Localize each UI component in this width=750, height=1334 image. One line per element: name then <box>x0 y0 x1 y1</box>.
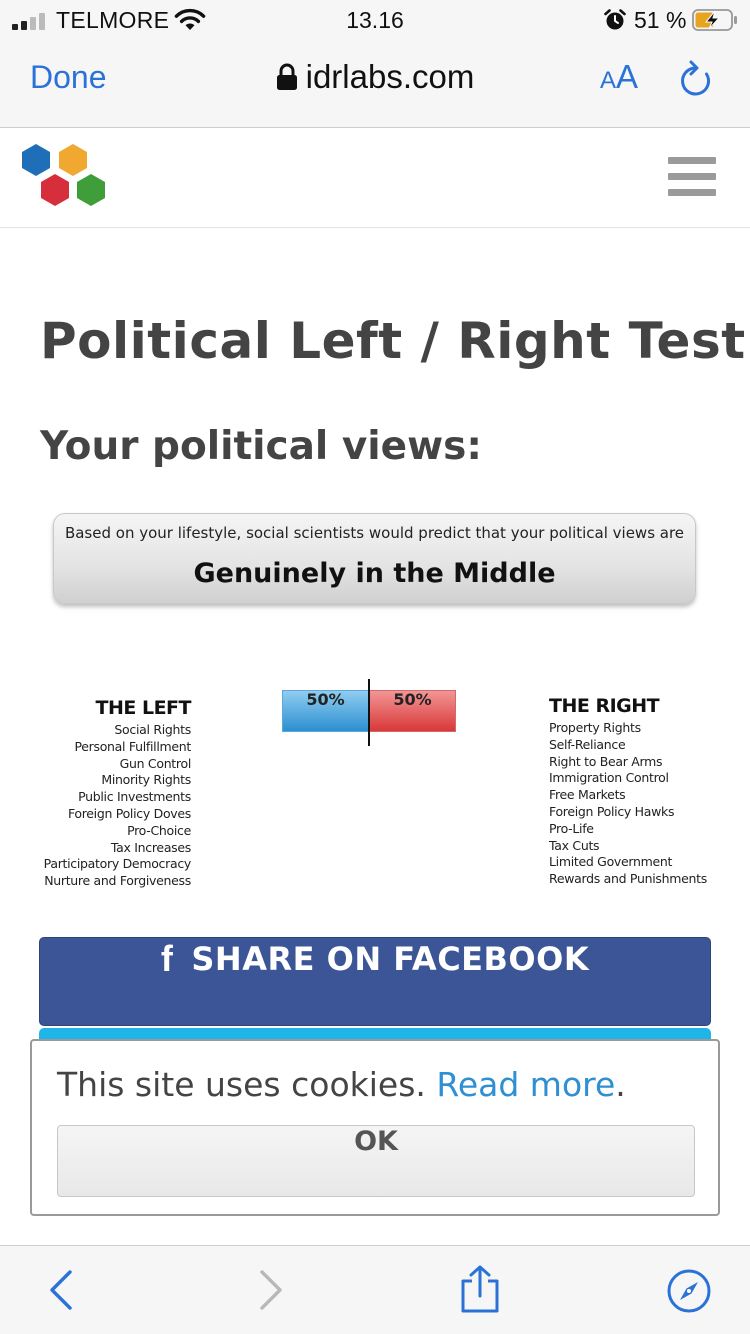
list-item: Gun Control <box>119 755 192 771</box>
browser-bar: Done idrlabs.com AA <box>0 42 750 128</box>
reload-icon[interactable] <box>678 60 714 98</box>
cookie-banner: This site uses cookies. Read more. OK <box>30 1039 720 1216</box>
list-item: Free Markets <box>549 787 626 803</box>
list-item: Pro-Life <box>549 820 594 836</box>
cookie-ok-button[interactable]: OK <box>57 1125 695 1197</box>
compass-icon[interactable] <box>666 1268 712 1314</box>
battery-percent: 51 % <box>634 7 687 33</box>
read-more-link[interactable]: Read more <box>436 1065 615 1104</box>
list-item: Public Investments <box>78 789 191 805</box>
forward-icon[interactable] <box>256 1268 286 1312</box>
list-item: Participatory Democracy <box>43 856 192 872</box>
list-item: Pro-Choice <box>127 822 191 838</box>
list-item: Minority Rights <box>101 772 191 788</box>
alarm-icon <box>604 9 626 30</box>
cookie-text: This site uses cookies. <box>57 1065 437 1104</box>
back-icon[interactable] <box>46 1268 76 1312</box>
list-item: Immigration Control <box>549 770 669 786</box>
result-verdict: Genuinely in the Middle <box>193 558 556 589</box>
right-heading: THE RIGHT <box>549 695 660 717</box>
share-facebook-label: SHARE ON FACEBOOK <box>191 940 590 978</box>
list-item: Rewards and Punishments <box>549 871 707 887</box>
share-facebook-button[interactable]: f SHARE ON FACEBOOK <box>39 937 711 1026</box>
result-caption: Based on your lifestyle, social scientis… <box>64 524 685 542</box>
cookie-message: This site uses cookies. Read more. <box>57 1065 626 1104</box>
left-column: THE LEFT Social Rights Personal Fulfillm… <box>30 697 192 890</box>
list-item: Self-Reliance <box>549 736 626 752</box>
list-item: Tax Cuts <box>549 837 600 853</box>
center-marker <box>368 679 370 746</box>
list-item: Social Rights <box>114 722 191 737</box>
left-percent-label: 50% <box>306 690 345 709</box>
url-text: idrlabs.com <box>305 58 475 95</box>
share-icon[interactable] <box>458 1264 502 1314</box>
battery-charging-icon <box>692 9 737 31</box>
lock-icon <box>276 63 297 90</box>
list-item: Nurture and Forgiveness <box>44 873 191 889</box>
list-item: Foreign Policy Hawks <box>549 803 675 819</box>
right-column: THE RIGHT Property Rights Self-Reliance … <box>549 695 744 888</box>
list-item: Limited Government <box>549 854 673 870</box>
list-item: Property Rights <box>549 720 641 735</box>
idrlabs-logo[interactable] <box>18 143 110 213</box>
facebook-icon: f <box>160 938 174 979</box>
list-item: Foreign Policy Doves <box>67 805 191 821</box>
list-item: Right to Bear Arms <box>549 753 663 769</box>
left-heading: THE LEFT <box>95 697 192 719</box>
cookie-text-suffix: . <box>615 1065 626 1104</box>
result-box: Based on your lifestyle, social scientis… <box>53 513 696 604</box>
status-bar: TELMORE 13.16 51 % <box>0 0 750 42</box>
section-subtitle: Your political views: <box>40 424 482 469</box>
list-item: Tax Increases <box>110 839 191 855</box>
left-list: Social Rights Personal Fulfillment Gun C… <box>30 722 192 890</box>
right-percent-label: 50% <box>393 690 432 709</box>
site-header <box>0 129 750 228</box>
text-size-button[interactable]: AA <box>600 58 638 96</box>
text-size-big: A <box>616 58 639 95</box>
list-item: Personal Fulfillment <box>74 738 191 754</box>
right-list: Property Rights Self-Reliance Right to B… <box>549 720 744 888</box>
page-title: Political Left / Right Test <box>40 312 746 370</box>
hamburger-icon[interactable] <box>668 157 716 197</box>
browser-toolbar <box>0 1245 750 1334</box>
text-size-small: A <box>600 67 617 94</box>
